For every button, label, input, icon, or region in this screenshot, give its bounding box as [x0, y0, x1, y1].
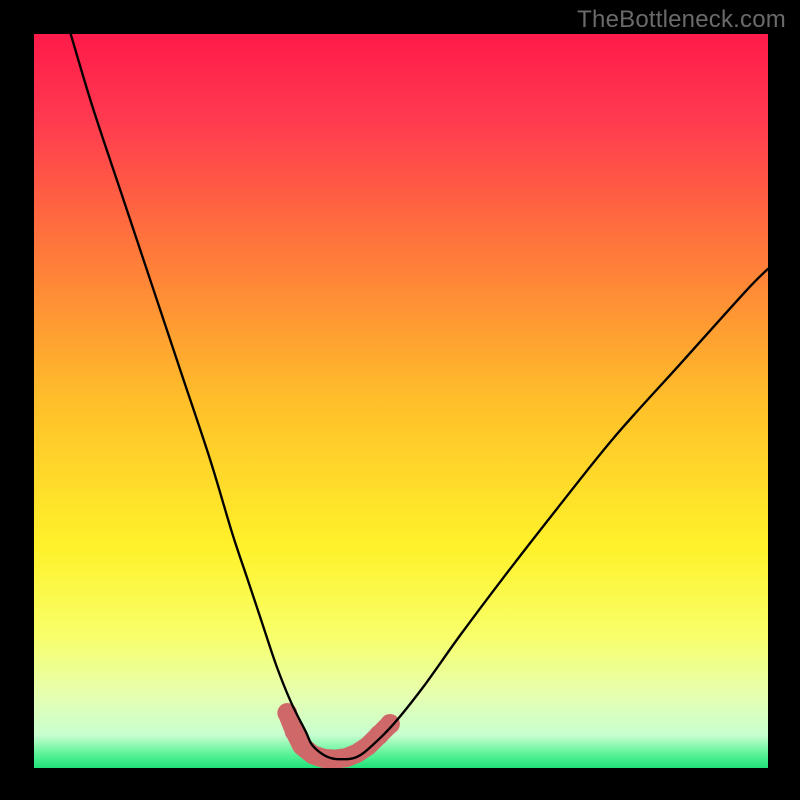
watermark-text: TheBottleneck.com [577, 6, 786, 34]
plot-area [34, 34, 768, 768]
outer-frame: TheBottleneck.com [0, 0, 800, 800]
bottleneck-curve [71, 34, 768, 759]
marker-dot [277, 703, 297, 723]
chart-svg [34, 34, 768, 768]
marker-dot [380, 714, 400, 734]
